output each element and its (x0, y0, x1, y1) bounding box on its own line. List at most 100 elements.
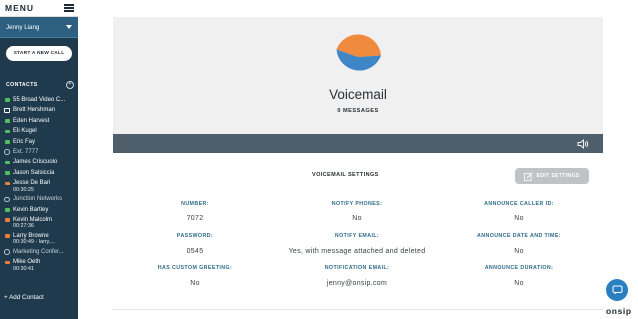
notify-phones-label: NOTIFY PHONES: (331, 201, 383, 207)
contact-text: Brett Hershman (13, 105, 55, 115)
contact-text: Larry Browne 00:30:49 - larry,... (13, 231, 55, 246)
announce-date-time-label: ANNOUNCE DATE AND TIME: (477, 233, 561, 239)
voicemail-hero: Voicemail 0 MESSAGES (113, 17, 603, 134)
sidebar-fade (0, 309, 78, 319)
contact-name: Marketing Confer... (13, 249, 64, 256)
add-contact-icon[interactable]: + (66, 81, 74, 89)
contact-text: Eli Kugel (13, 126, 37, 136)
contact-item[interactable]: Larry Browne 00:30:49 - larry,... (0, 231, 78, 247)
notification-email-value: jenny@onsip.com (326, 280, 388, 287)
menu-icon[interactable] (64, 4, 74, 12)
password-value: 0545 (186, 248, 204, 255)
chat-support-icon (612, 285, 622, 295)
contact-name: 55 Broad Video C... (13, 97, 66, 103)
contact-item[interactable]: Mike Oeth 00:30:41 (0, 257, 78, 273)
announce-duration-label: ANNOUNCE DURATION: (484, 265, 554, 271)
contacts-header: CONTACTS + (0, 81, 78, 89)
presence-dot-icon (4, 194, 10, 204)
voicemail-settings-title: VOICEMAIL SETTINGS (312, 172, 379, 178)
contact-name: Brett Hershman (13, 107, 56, 114)
chat-bubble-icon (4, 231, 10, 241)
contact-text: Marketing Confer... (13, 247, 64, 257)
contact-text: Mike Oeth 00:30:41 (13, 257, 40, 272)
contact-text: Jason Salsiccia (13, 168, 54, 178)
contact-text: 55 Broad Video C... (13, 95, 65, 105)
brand-logo: onsip (606, 306, 632, 316)
chat-bubble-icon (4, 137, 10, 147)
presence-dot-icon (4, 247, 10, 257)
contact-item[interactable]: Eli Kugel (0, 126, 78, 136)
chat-bubble-icon (4, 257, 10, 267)
contact-name: Ext. 7777 (13, 149, 39, 156)
chat-bubble-icon (4, 215, 10, 225)
contact-item[interactable]: 55 Broad Video C... (0, 95, 78, 105)
contact-text: Eden Harvest (13, 116, 49, 126)
password-label: PASSWORD: (176, 233, 214, 239)
chevron-down-icon[interactable] (66, 25, 72, 29)
contact-name: Junction Networks (13, 196, 63, 203)
chat-bubble-icon (4, 105, 10, 115)
contact-call-timer: 00:30:25 (13, 186, 34, 193)
notify-email-label: NOTIFY EMAIL: (334, 233, 380, 239)
contact-item[interactable]: Jesse De Bari 00:30:25 (0, 178, 78, 194)
contact-item[interactable]: Eden Harvest (0, 116, 78, 126)
menu-bar[interactable]: MENU (0, 0, 78, 17)
contact-call-timer: 00:30:49 - larry,... (13, 239, 55, 246)
chat-support-button[interactable] (606, 279, 628, 301)
voicemail-pie-icon (336, 34, 381, 71)
chat-bubble-icon (4, 178, 10, 188)
contact-item[interactable]: Marketing Confer... (0, 247, 78, 257)
contact-name: James Criscuolo (13, 159, 58, 166)
announce-date-time-value: No (514, 248, 524, 255)
contact-item[interactable]: Eric Fay (0, 137, 78, 147)
notification-email-label: NOTIFICATION EMAIL: (324, 265, 390, 271)
user-selector[interactable]: Jenny Liang (0, 17, 78, 38)
contact-item[interactable]: Kevin Malcolm 00:27:36 (0, 215, 78, 231)
contact-list: 55 Broad Video C... Brett Hershman Eden Ha… (0, 95, 78, 273)
message-count: 0 MESSAGES (337, 108, 379, 114)
contact-text: Kevin Bartley (13, 205, 48, 215)
chat-bubble-icon (4, 116, 10, 126)
contact-item[interactable]: Ext. 7777 (0, 147, 78, 157)
chat-bubble-icon (4, 126, 10, 136)
contact-item[interactable]: James Criscuolo (0, 157, 78, 167)
chat-bubble-icon (4, 157, 10, 167)
contact-name: Eden Harvest (13, 117, 50, 124)
start-new-call-button[interactable]: START A NEW CALL (6, 46, 72, 61)
sidebar: MENU Jenny Liang START A NEW CALL CONTAC… (0, 0, 78, 319)
contact-call-timer: 00:30:41 (13, 265, 34, 272)
chat-bubble-icon (4, 95, 10, 105)
user-name: Jenny Liang (6, 23, 40, 31)
menu-label: MENU (5, 3, 35, 13)
contact-text: Eric Fay (13, 137, 35, 147)
announce-duration-value: No (514, 280, 524, 287)
voicemail-title: Voicemail (329, 87, 387, 102)
chat-bubble-icon (4, 205, 10, 215)
speaker-icon[interactable] (577, 139, 589, 149)
custom-greeting-label: HAS CUSTOM GREETING: (157, 265, 233, 271)
number-label: NUMBER: (181, 201, 209, 207)
custom-greeting-value: No (190, 280, 200, 287)
notify-email-value: Yes, with message attached and deleted (288, 248, 426, 255)
contact-name: Kevin Bartley (13, 206, 49, 213)
contact-name: Eli Kugel (13, 128, 37, 135)
chat-bubble-icon (4, 168, 10, 178)
contact-name: Eric Fay (13, 138, 36, 145)
contact-call-timer: 00:27:36 (13, 223, 34, 230)
contact-name: Jason Salsiccia (13, 169, 55, 176)
notify-phones-value: No (352, 215, 362, 222)
contact-item[interactable]: Brett Hershman (0, 105, 78, 115)
contact-item[interactable]: Junction Networks (0, 194, 78, 204)
contacts-label: CONTACTS (6, 82, 38, 88)
announce-caller-id-label: ANNOUNCE CALLER ID: (484, 201, 554, 207)
add-contact-link[interactable]: + Add Contact (4, 294, 44, 301)
contact-text: Junction Networks (13, 194, 62, 204)
contact-text: Jesse De Bari 00:30:25 (13, 178, 50, 193)
player-bar (113, 134, 603, 153)
contact-item[interactable]: Kevin Bartley (0, 205, 78, 215)
edit-settings-button[interactable]: EDIT SETTINGS (515, 168, 589, 184)
contact-text: Kevin Malcolm 00:27:36 (13, 215, 52, 230)
contact-text: James Criscuolo (13, 157, 57, 167)
announce-caller-id-value: No (514, 215, 524, 222)
contact-item[interactable]: Jason Salsiccia (0, 168, 78, 178)
